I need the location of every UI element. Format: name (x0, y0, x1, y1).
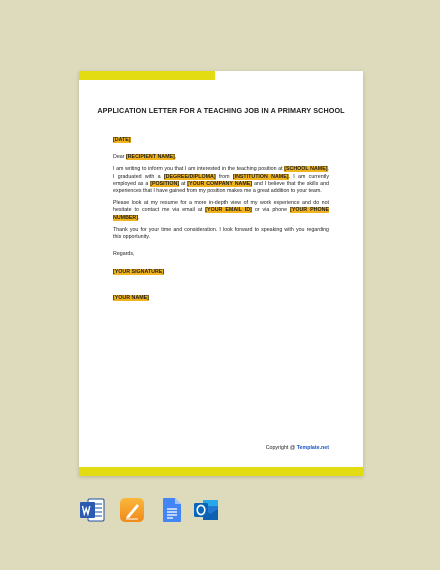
degree-placeholder: [DEGREE/DIPLOMA] (163, 173, 216, 180)
letter-body: [DATE] Dear [RECIPIENT NAME], I am writi… (113, 137, 329, 302)
paragraph-3: Thank you for your time and consideratio… (113, 226, 329, 241)
google-docs-icon[interactable] (159, 497, 185, 523)
copyright: Copyright @ Template.net (266, 445, 329, 451)
salutation-suffix: , (174, 154, 177, 161)
copyright-brand-link[interactable]: Template.net (297, 445, 329, 451)
outlook-icon[interactable] (193, 497, 219, 523)
salutation-prefix: Dear (113, 154, 126, 161)
email-placeholder: [YOUR EMAIL ID] (205, 207, 252, 214)
name-line: [YOUR NAME] (113, 294, 329, 302)
position-placeholder: [POSITION] (150, 180, 180, 187)
signature-line: [YOUR SIGNATURE] (113, 269, 329, 276)
top-accent-bar (79, 71, 215, 80)
copyright-prefix: Copyright @ (265, 445, 297, 451)
date-line: [DATE] (113, 137, 329, 144)
p1-text-a: I am writing to inform you that I am int… (113, 166, 285, 173)
document-title: APPLICATION LETTER FOR A TEACHING JOB IN… (97, 106, 345, 115)
recipient-name-placeholder: [RECIPIENT NAME] (125, 154, 175, 161)
pages-icon[interactable] (119, 497, 145, 523)
institution-placeholder: [INSTITUTION NAME] (232, 173, 289, 180)
signature-placeholder: [YOUR SIGNATURE] (113, 269, 165, 276)
word-icon[interactable] (79, 497, 105, 523)
company-placeholder: [YOUR COMPANY NAME] (187, 180, 253, 187)
bottom-accent-bar (79, 467, 363, 476)
paragraph-1: I am writing to inform you that I am int… (113, 166, 329, 195)
p2-text-c: . (138, 214, 140, 221)
closing: Regards, (113, 251, 135, 258)
p1-text-c: from (215, 173, 233, 180)
letter-page: APPLICATION LETTER FOR A TEACHING JOB IN… (79, 71, 363, 476)
paragraph-2: Please look at my resume for a more in-d… (113, 200, 329, 222)
name-placeholder: [YOUR NAME] (113, 294, 149, 301)
p2-text-b: or via phone (251, 207, 291, 214)
salutation: Dear [RECIPIENT NAME], (113, 154, 329, 161)
school-name-placeholder: [SCHOOL NAME] (284, 166, 328, 173)
date-placeholder: [DATE] (113, 137, 131, 143)
